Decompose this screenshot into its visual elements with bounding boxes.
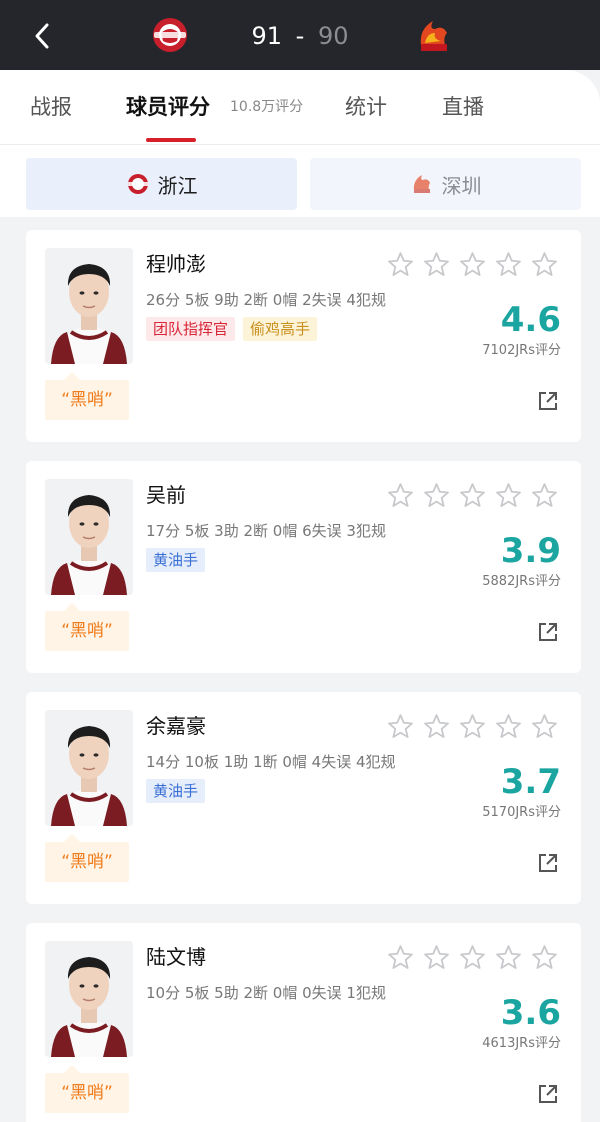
black-whistle-button[interactable]: “黑哨” (45, 842, 129, 882)
player-stats: 10分 5板 5助 2断 0帽 0失误 1犯规 (146, 984, 386, 1002)
player-card[interactable]: 程帅澎 26分 5板 9助 2断 0帽 2失误 4犯规团队指挥官 偷鸡高手 4.6 71… (26, 230, 581, 442)
star-icon[interactable] (530, 481, 559, 510)
player-tag[interactable]: 偷鸡高手 (243, 317, 318, 341)
home-team-logo (150, 15, 190, 55)
star-icon[interactable] (422, 481, 451, 510)
player-photo (45, 479, 133, 595)
star-rating-input[interactable] (386, 481, 559, 510)
player-card[interactable]: 吴前 17分 5板 3助 2断 0帽 6失误 3犯规黄油手 3.9 5882JRs评分… (26, 461, 581, 673)
player-photo (45, 248, 133, 364)
team-label-zhejiang: 浙江 (157, 173, 198, 198)
player-card[interactable]: 陆文博 10分 5板 5助 2断 0帽 0失误 1犯规 3.6 4613JRs评分 “黑… (26, 923, 581, 1122)
shenzhen-team-icon (413, 175, 430, 193)
whistle-tag-notch (64, 1065, 80, 1073)
share-icon[interactable] (537, 1083, 559, 1105)
player-tag[interactable]: 黄油手 (146, 548, 206, 572)
content-sheet: 战报 球员评分 10.8万评分 统计 直播 浙江 深圳 程帅澎 26分 5板 9助… (0, 70, 600, 1122)
scoreboard: 91 - 90 (240, 18, 360, 54)
player-tags: 黄油手 (146, 779, 206, 803)
team-button-zhejiang[interactable]: 浙江 (26, 158, 297, 210)
whistle-tag-notch (64, 372, 80, 380)
tab-report[interactable]: 战报 (30, 92, 72, 122)
star-rating-input[interactable] (386, 943, 559, 972)
home-score: 91 (251, 22, 283, 50)
active-tab-indicator (146, 138, 196, 142)
back-button[interactable] (22, 18, 62, 54)
rating-count: 4613JRs评分 (482, 1036, 561, 1051)
star-rating-input[interactable] (386, 250, 559, 279)
black-whistle-button[interactable]: “黑哨” (45, 611, 129, 651)
star-icon[interactable] (386, 712, 415, 741)
star-icon[interactable] (458, 943, 487, 972)
star-icon[interactable] (494, 943, 523, 972)
star-icon[interactable] (422, 712, 451, 741)
score-separator: - (295, 22, 305, 50)
star-rating-input[interactable] (386, 712, 559, 741)
star-icon[interactable] (494, 250, 523, 279)
share-icon[interactable] (537, 390, 559, 412)
rating-count: 5882JRs评分 (482, 574, 561, 589)
player-tag[interactable]: 团队指挥官 (146, 317, 236, 341)
average-rating: 3.9 (500, 531, 561, 571)
chevron-left-icon (35, 23, 49, 49)
share-icon[interactable] (537, 852, 559, 874)
star-icon[interactable] (494, 712, 523, 741)
tab-player-rating[interactable]: 球员评分 (126, 92, 210, 122)
player-photo (45, 710, 133, 826)
away-team-logo (413, 15, 453, 55)
away-score: 90 (317, 22, 349, 50)
average-rating: 3.7 (500, 762, 561, 802)
tab-stats[interactable]: 统计 (345, 92, 387, 122)
team-label-shenzhen: 深圳 (441, 173, 482, 198)
rating-count-total: 10.8万评分 (230, 99, 304, 115)
star-icon[interactable] (458, 481, 487, 510)
tab-live[interactable]: 直播 (442, 92, 484, 122)
player-tags: 团队指挥官 偷鸡高手 (146, 317, 318, 341)
star-icon[interactable] (530, 712, 559, 741)
whistle-tag-notch (64, 834, 80, 842)
rating-count: 7102JRs评分 (482, 343, 561, 358)
player-name: 吴前 (146, 483, 186, 507)
player-card[interactable]: 余嘉豪 14分 10板 1助 1断 0帽 4失误 4犯规黄油手 3.7 5170JRs… (26, 692, 581, 904)
player-name: 程帅澎 (146, 252, 206, 276)
team-switcher: 浙江 深圳 (0, 145, 600, 217)
black-whistle-button[interactable]: “黑哨” (45, 1073, 129, 1113)
star-icon[interactable] (494, 481, 523, 510)
black-whistle-button[interactable]: “黑哨” (45, 380, 129, 420)
player-stats: 26分 5板 9助 2断 0帽 2失误 4犯规 (146, 291, 386, 309)
player-name: 余嘉豪 (146, 714, 206, 738)
star-icon[interactable] (530, 943, 559, 972)
average-rating: 4.6 (500, 300, 561, 340)
rating-count: 5170JRs评分 (482, 805, 561, 820)
player-photo (45, 941, 133, 1057)
share-icon[interactable] (537, 621, 559, 643)
zhejiang-team-icon (127, 174, 148, 194)
player-tags: 黄油手 (146, 548, 206, 572)
star-icon[interactable] (386, 481, 415, 510)
star-icon[interactable] (458, 250, 487, 279)
top-bar: 91 - 90 (0, 0, 600, 70)
star-icon[interactable] (458, 712, 487, 741)
star-icon[interactable] (422, 943, 451, 972)
player-stats: 17分 5板 3助 2断 0帽 6失误 3犯规 (146, 522, 386, 540)
star-icon[interactable] (530, 250, 559, 279)
average-rating: 3.6 (500, 993, 561, 1033)
star-icon[interactable] (386, 943, 415, 972)
player-stats: 14分 10板 1助 1断 0帽 4失误 4犯规 (146, 753, 396, 771)
player-name: 陆文博 (146, 945, 206, 969)
star-icon[interactable] (422, 250, 451, 279)
star-icon[interactable] (386, 250, 415, 279)
team-button-shenzhen[interactable]: 深圳 (310, 158, 581, 210)
player-tag[interactable]: 黄油手 (146, 779, 206, 803)
tab-bar: 战报 球员评分 10.8万评分 统计 直播 (0, 70, 600, 145)
whistle-tag-notch (64, 603, 80, 611)
